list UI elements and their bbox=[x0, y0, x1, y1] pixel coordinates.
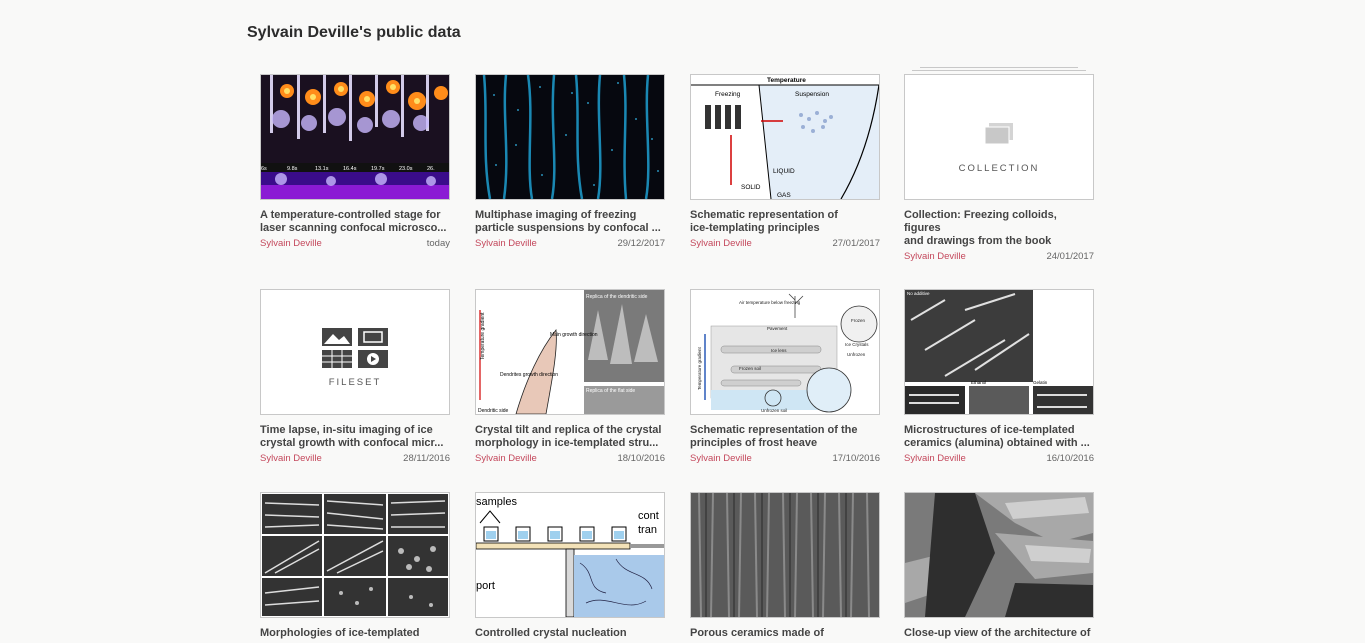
author-link[interactable]: Sylvain Deville bbox=[260, 453, 322, 464]
item-title[interactable]: Morphologies of ice-templated bbox=[260, 627, 450, 640]
item-card[interactable]: samples cont tran port Controlled crysta… bbox=[475, 492, 665, 643]
collection-label: COLLECTION bbox=[958, 163, 1040, 174]
item-title[interactable]: Close-up view of the architecture of bbox=[904, 627, 1094, 640]
svg-text:26.: 26. bbox=[427, 166, 435, 172]
item-title[interactable]: Porous ceramics made of bbox=[690, 627, 880, 640]
svg-text:6s: 6s bbox=[261, 166, 267, 172]
svg-text:Temperature: Temperature bbox=[767, 77, 806, 84]
thumbnail-image[interactable]: No additive Ethanol Gelatin bbox=[904, 289, 1094, 415]
svg-text:Replica of the dendritic side: Replica of the dendritic side bbox=[586, 294, 648, 300]
item-card[interactable]: No additive Ethanol Gelatin Microstructu… bbox=[904, 289, 1094, 464]
svg-text:Frozen: Frozen bbox=[851, 318, 866, 323]
thumbnail-image[interactable]: Temperature Freezing Suspension LIQUID S… bbox=[690, 74, 880, 200]
author-link[interactable]: Sylvain Deville bbox=[260, 238, 322, 249]
thumbnail-placeholder[interactable]: FILESET bbox=[260, 289, 450, 415]
thumbnail-image[interactable] bbox=[475, 74, 665, 200]
item-date: today bbox=[426, 238, 450, 249]
item-title[interactable]: Multiphase imaging of freezing particle … bbox=[475, 209, 665, 235]
thumbnail-image[interactable] bbox=[260, 492, 450, 618]
thumbnail-image[interactable] bbox=[690, 492, 880, 618]
item-card[interactable]: Porous ceramics made of bbox=[690, 492, 880, 643]
svg-text:Pavement: Pavement bbox=[767, 326, 788, 331]
svg-text:SOLID: SOLID bbox=[741, 184, 761, 191]
item-card[interactable]: Replica of the dendritic side Main growt… bbox=[475, 289, 665, 464]
svg-text:Replica of the flat side: Replica of the flat side bbox=[586, 388, 635, 394]
svg-text:Unfrozen: Unfrozen bbox=[847, 352, 866, 357]
svg-text:tran: tran bbox=[638, 524, 657, 536]
item-title[interactable]: Microstructures of ice-templated ceramic… bbox=[904, 424, 1094, 450]
item-date: 18/10/2016 bbox=[617, 453, 665, 464]
svg-text:Dendrites growth direction: Dendrites growth direction bbox=[500, 372, 558, 378]
svg-text:samples: samples bbox=[476, 496, 517, 508]
fileset-icon bbox=[261, 290, 449, 414]
item-title[interactable]: Collection: Freezing colloids, figures a… bbox=[904, 209, 1094, 248]
item-date: 16/10/2016 bbox=[1046, 453, 1094, 464]
thumbnail-image[interactable]: samples cont tran port bbox=[475, 492, 665, 618]
svg-text:Main growth direction: Main growth direction bbox=[550, 332, 598, 338]
item-date: 29/12/2017 bbox=[617, 238, 665, 249]
svg-text:Suspension: Suspension bbox=[795, 91, 829, 98]
svg-text:Temperature gradient: Temperature gradient bbox=[480, 312, 486, 360]
svg-text:Temperature gradient: Temperature gradient bbox=[697, 346, 702, 390]
item-date: 24/01/2017 bbox=[1046, 251, 1094, 262]
svg-text:19.7s: 19.7s bbox=[371, 166, 385, 172]
collection-stack-line bbox=[920, 67, 1078, 68]
svg-text:Dendritic side: Dendritic side bbox=[478, 408, 509, 414]
svg-text:Ice Crystals: Ice Crystals bbox=[845, 342, 869, 347]
page-title: Sylvain Deville's public data bbox=[247, 24, 461, 41]
svg-text:Unfrozen soil: Unfrozen soil bbox=[761, 408, 787, 413]
item-card[interactable]: Morphologies of ice-templated bbox=[260, 492, 450, 643]
author-link[interactable]: Sylvain Deville bbox=[475, 238, 537, 249]
svg-text:Ethanol: Ethanol bbox=[971, 380, 986, 385]
svg-text:No additive: No additive bbox=[907, 291, 930, 296]
thumbnail-image[interactable] bbox=[904, 492, 1094, 618]
author-link[interactable]: Sylvain Deville bbox=[904, 453, 966, 464]
svg-text:Gelatin: Gelatin bbox=[1033, 380, 1048, 385]
item-card[interactable]: Temperature Freezing Suspension LIQUID S… bbox=[690, 74, 880, 249]
item-card[interactable]: Close-up view of the architecture of bbox=[904, 492, 1094, 643]
item-title[interactable]: Controlled crystal nucleation bbox=[475, 627, 665, 640]
item-title[interactable]: Schematic representation of the principl… bbox=[690, 424, 880, 450]
svg-text:Frozen soil: Frozen soil bbox=[739, 366, 761, 371]
svg-text:cont: cont bbox=[638, 510, 659, 522]
svg-text:9.8s: 9.8s bbox=[287, 166, 298, 172]
thumbnail-image[interactable]: Replica of the dendritic side Main growt… bbox=[475, 289, 665, 415]
item-title[interactable]: Crystal tilt and replica of the crystal … bbox=[475, 424, 665, 450]
author-link[interactable]: Sylvain Deville bbox=[904, 251, 966, 262]
svg-text:GAS: GAS bbox=[777, 192, 791, 199]
item-date: 28/11/2016 bbox=[403, 453, 450, 464]
item-card[interactable]: Multiphase imaging of freezing particle … bbox=[475, 74, 665, 249]
author-link[interactable]: Sylvain Deville bbox=[475, 453, 537, 464]
item-card[interactable]: 6s 9.8s 13.1s 16.4s 19.7s 23.0s 26. A te… bbox=[260, 74, 450, 249]
thumbnail-image[interactable]: 6s 9.8s 13.1s 16.4s 19.7s 23.0s 26. bbox=[260, 74, 450, 200]
item-date: 27/01/2017 bbox=[832, 238, 880, 249]
fileset-label: FILESET bbox=[328, 377, 382, 388]
svg-text:Freezing: Freezing bbox=[715, 91, 741, 98]
item-card[interactable]: FILESET Time lapse, in-situ imaging of i… bbox=[260, 289, 450, 464]
item-title[interactable]: A temperature-controlled stage for laser… bbox=[260, 209, 450, 235]
item-card[interactable]: COLLECTION Collection: Freezing colloids… bbox=[904, 67, 1094, 262]
item-title[interactable]: Schematic representation of ice-templati… bbox=[690, 209, 880, 235]
thumbnail-placeholder[interactable]: COLLECTION bbox=[904, 74, 1094, 200]
svg-text:Air temperature below freezing: Air temperature below freezing bbox=[739, 300, 801, 305]
item-card[interactable]: Air temperature below freezing Pavement … bbox=[690, 289, 880, 464]
collection-icon bbox=[905, 75, 1093, 199]
author-link[interactable]: Sylvain Deville bbox=[690, 238, 752, 249]
svg-text:13.1s: 13.1s bbox=[315, 166, 329, 172]
collection-stack-line bbox=[912, 70, 1086, 71]
svg-text:Ice lens: Ice lens bbox=[771, 348, 787, 353]
item-date: 17/10/2016 bbox=[832, 453, 880, 464]
svg-text:port: port bbox=[476, 580, 495, 592]
author-link[interactable]: Sylvain Deville bbox=[690, 453, 752, 464]
svg-text:LIQUID: LIQUID bbox=[773, 168, 795, 175]
svg-text:16.4s: 16.4s bbox=[343, 166, 357, 172]
thumbnail-image[interactable]: Air temperature below freezing Pavement … bbox=[690, 289, 880, 415]
svg-text:23.0s: 23.0s bbox=[399, 166, 413, 172]
item-title[interactable]: Time lapse, in-situ imaging of ice cryst… bbox=[260, 424, 450, 450]
